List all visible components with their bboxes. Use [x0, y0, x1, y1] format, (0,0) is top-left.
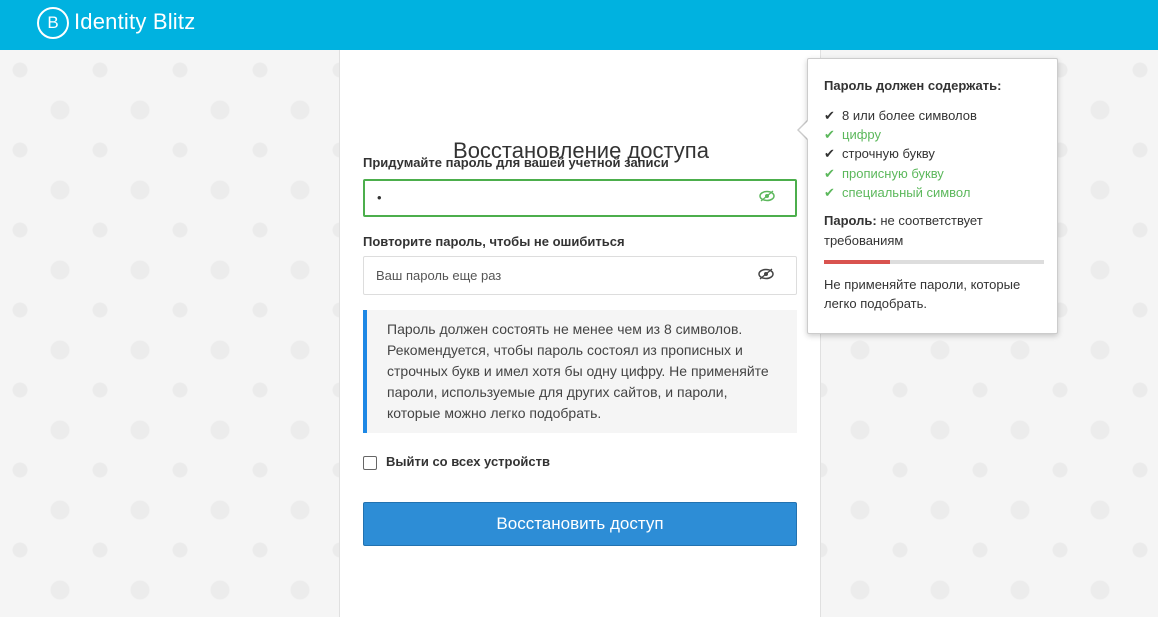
password-label: Придумайте пароль для вашей учетной запи… — [363, 155, 669, 170]
check-icon: ✔ — [824, 146, 835, 161]
popover-arrow-inner — [799, 121, 808, 139]
confirm-password-input[interactable]: Ваш пароль еще раз — [363, 256, 797, 295]
popover-heading: Пароль должен содержать: — [824, 78, 1002, 93]
brand-name[interactable]: Identity Blitz — [74, 9, 195, 35]
check-icon: ✔ — [824, 166, 835, 181]
password-status: Пароль: не соответствует требованиям — [824, 211, 1044, 251]
eye-icon[interactable] — [759, 190, 775, 205]
logout-all-checkbox[interactable] — [363, 456, 377, 470]
check-icon: ✔ — [824, 108, 835, 123]
requirement-item: ✔ цифру — [824, 127, 881, 142]
confirm-label: Повторите пароль, чтобы не ошибиться — [363, 234, 625, 249]
confirm-placeholder: Ваш пароль еще раз — [376, 268, 502, 283]
password-requirements-popover: Пароль должен содержать: ✔ 8 или более си… — [807, 58, 1058, 334]
password-hint-text: Пароль должен состоять не менее чем из 8… — [387, 321, 769, 421]
eye-icon[interactable] — [758, 268, 774, 283]
status-label: Пароль: — [824, 213, 877, 228]
check-icon: ✔ — [824, 185, 835, 200]
logo-icon[interactable]: B — [37, 7, 69, 39]
password-hint-box: Пароль должен состоять не менее чем из 8… — [363, 310, 797, 433]
password-value: • — [377, 190, 382, 205]
password-input[interactable]: • — [363, 179, 797, 217]
top-header: B Identity Blitz — [0, 0, 1158, 50]
check-icon: ✔ — [824, 127, 835, 142]
restore-access-button[interactable]: Восстановить доступ — [363, 502, 797, 546]
requirement-item: ✔ прописную букву — [824, 166, 944, 181]
requirement-item: ✔ строчную букву — [824, 146, 935, 161]
logout-all-label[interactable]: Выйти со всех устройств — [386, 454, 550, 469]
strength-meter-fill — [824, 260, 890, 264]
popover-note: Не применяйте пароли, которые легко подо… — [824, 277, 1021, 311]
requirement-item: ✔ специальный символ — [824, 185, 971, 200]
requirement-item: ✔ 8 или более символов — [824, 108, 977, 123]
strength-meter — [824, 260, 1044, 264]
